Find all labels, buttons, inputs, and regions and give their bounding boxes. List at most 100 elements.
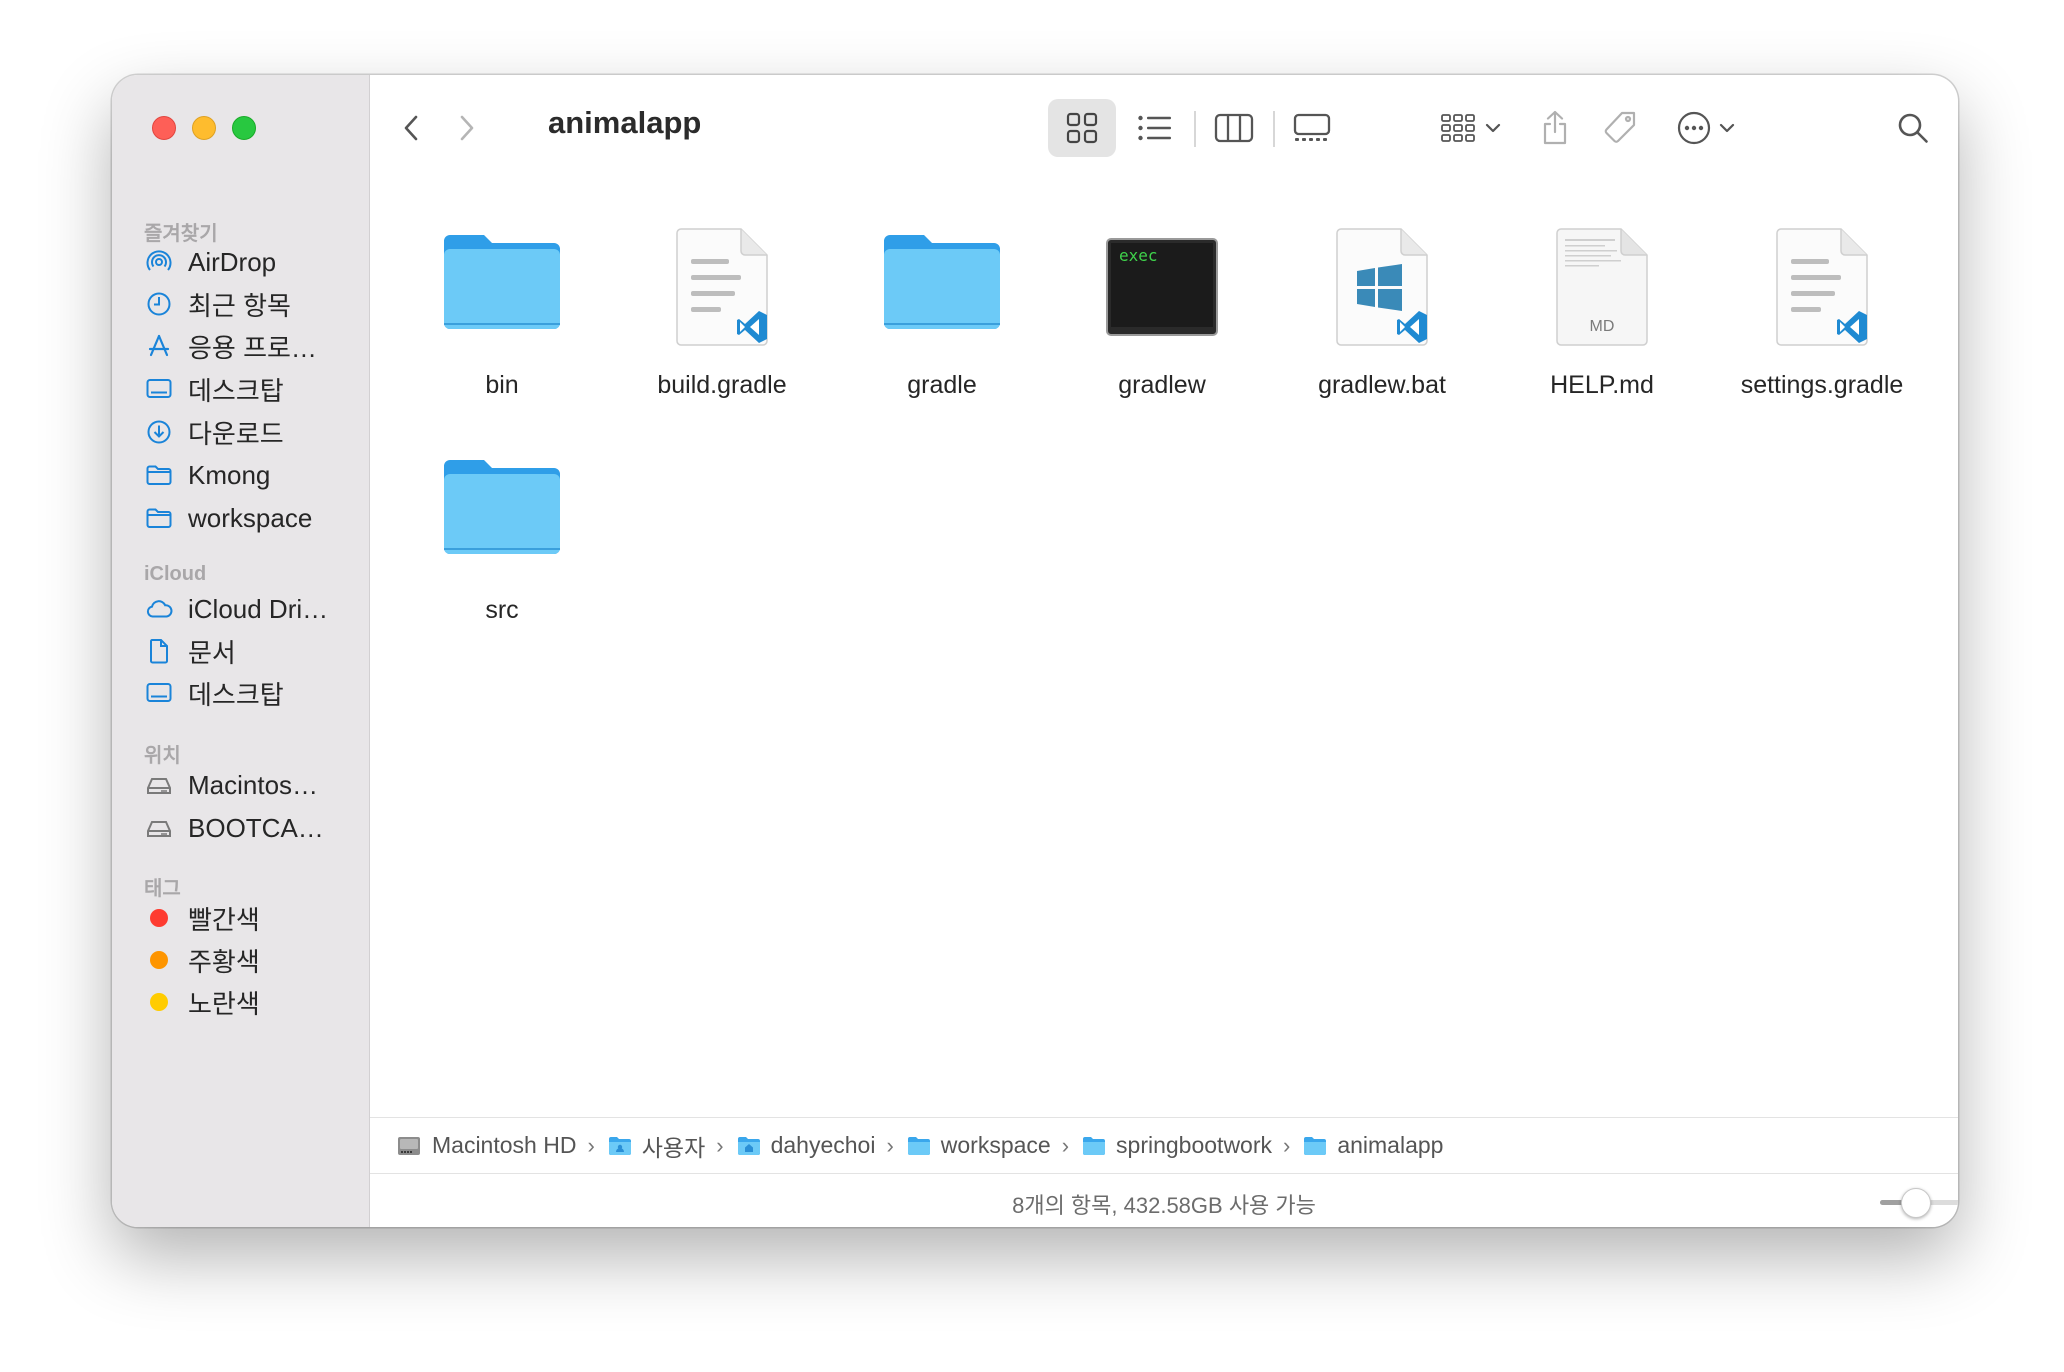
file-item-gradlew[interactable]: exec gradlew bbox=[1052, 225, 1272, 425]
close-button[interactable] bbox=[152, 116, 176, 140]
folder-icon bbox=[880, 225, 1004, 340]
tag-button[interactable] bbox=[1592, 99, 1648, 157]
sidebar-item-tag-yellow[interactable]: 노란색 bbox=[144, 982, 260, 1022]
sidebar-item-downloads[interactable]: 다운로드 bbox=[144, 412, 284, 452]
status-text: 8개의 항목, 432.58GB 사용 가능 bbox=[1012, 1193, 1316, 1218]
sidebar-section-tags: 태그 bbox=[144, 878, 181, 900]
path-separator-icon: › bbox=[1283, 1132, 1291, 1158]
ellipsis-circle-icon bbox=[1677, 111, 1711, 145]
share-button[interactable] bbox=[1530, 99, 1580, 157]
file-item-help-md[interactable]: MD HELP.md bbox=[1492, 225, 1712, 425]
path-item-home[interactable]: dahyechoi bbox=[737, 1132, 875, 1159]
file-name: gradlew bbox=[1118, 371, 1206, 399]
sidebar-item-kmong[interactable]: Kmong bbox=[144, 455, 270, 495]
tag-yellow-dot bbox=[150, 993, 168, 1011]
path-item-animalapp[interactable]: animalapp bbox=[1303, 1132, 1443, 1159]
sidebar-item-macintosh-hd[interactable]: Macintos… bbox=[144, 765, 318, 805]
column-view-button[interactable] bbox=[1204, 99, 1264, 157]
sidebar-item-label: 주황색 bbox=[188, 946, 260, 977]
icon-view-button[interactable] bbox=[1048, 99, 1116, 157]
sidebar-item-documents[interactable]: 문서 bbox=[144, 631, 236, 671]
path-item-label: workspace bbox=[940, 1132, 1051, 1158]
desktop-icon bbox=[144, 374, 174, 404]
file-item-gradle[interactable]: gradle bbox=[832, 225, 1052, 425]
path-item-springbootwork[interactable]: springbootwork bbox=[1082, 1132, 1272, 1159]
sidebar-item-icloud-drive[interactable]: iCloud Dri… bbox=[144, 589, 328, 629]
toolbar: animalapp bbox=[370, 75, 1958, 181]
vscode-document-icon bbox=[1767, 225, 1877, 354]
file-item-build-gradle[interactable]: build.gradle bbox=[612, 225, 832, 425]
chevron-left-icon bbox=[404, 115, 418, 141]
sidebar-section-locations: 위치 bbox=[144, 745, 181, 767]
group-by-button[interactable] bbox=[1430, 99, 1512, 157]
home-folder-icon bbox=[737, 1136, 760, 1155]
sidebar-item-label: Macintos… bbox=[188, 769, 319, 800]
file-name: bin bbox=[485, 371, 519, 399]
path-bar: Macintosh HD › 사용자 › dahyechoi › workspa… bbox=[370, 1117, 1958, 1173]
sidebar-item-recents[interactable]: 최근 항목 bbox=[144, 284, 291, 324]
path-item-macintosh-hd[interactable]: Macintosh HD bbox=[396, 1132, 576, 1159]
path-item-workspace[interactable]: workspace bbox=[907, 1132, 1051, 1159]
disk-icon bbox=[144, 770, 174, 800]
share-icon bbox=[1543, 110, 1567, 145]
vscode-document-icon bbox=[667, 225, 777, 354]
icon-size-slider[interactable] bbox=[1880, 1188, 1958, 1218]
search-button[interactable] bbox=[1885, 99, 1941, 157]
sidebar-item-desktop[interactable]: 데스크탑 bbox=[144, 369, 284, 409]
gallery-view-button[interactable] bbox=[1282, 99, 1342, 157]
search-icon bbox=[1898, 113, 1928, 143]
minimize-button[interactable] bbox=[192, 116, 216, 140]
disk-icon bbox=[144, 813, 174, 843]
list-icon bbox=[1138, 115, 1171, 141]
sidebar-item-workspace[interactable]: workspace bbox=[144, 498, 312, 538]
path-item-label: 사용자 bbox=[641, 1134, 706, 1161]
sidebar-item-label: 다운로드 bbox=[188, 418, 284, 449]
sidebar-item-label: Kmong bbox=[188, 459, 271, 490]
grid-icon bbox=[1066, 112, 1098, 144]
window-title: animalapp bbox=[548, 105, 702, 140]
path-item-label: Macintosh HD bbox=[432, 1132, 577, 1158]
file-item-gradlew-bat[interactable]: gradlew.bat bbox=[1272, 225, 1492, 425]
back-button[interactable] bbox=[392, 108, 432, 148]
sidebar-item-icloud-desktop[interactable]: 데스크탑 bbox=[144, 673, 284, 713]
sidebar-item-airdrop[interactable]: AirDrop bbox=[144, 242, 276, 282]
sidebar-item-bootcamp[interactable]: BOOTCA… bbox=[144, 808, 324, 848]
file-name: settings.gradle bbox=[1740, 371, 1904, 399]
slider-knob[interactable] bbox=[1901, 1188, 1931, 1218]
download-icon bbox=[144, 417, 174, 447]
file-item-settings-gradle[interactable]: settings.gradle bbox=[1712, 225, 1932, 425]
sidebar-item-tag-orange[interactable]: 주황색 bbox=[144, 940, 260, 980]
zoom-button[interactable] bbox=[232, 116, 256, 140]
sidebar: 즐겨찾기 AirDrop 최근 항목 응용 프로… 데스크탑 다운로드 Kmon… bbox=[112, 75, 370, 1227]
file-item-src[interactable]: src bbox=[392, 450, 612, 650]
desktop-icon bbox=[144, 678, 174, 708]
clock-icon bbox=[144, 289, 174, 319]
sidebar-item-label: 최근 항목 bbox=[188, 290, 291, 321]
forward-button[interactable] bbox=[446, 108, 486, 148]
sidebar-item-label: AirDrop bbox=[188, 246, 277, 277]
path-separator-icon: › bbox=[1061, 1132, 1070, 1158]
sidebar-item-label: BOOTCA… bbox=[188, 812, 324, 843]
sidebar-item-tag-red[interactable]: 빨간색 bbox=[144, 898, 260, 938]
document-icon bbox=[144, 636, 174, 666]
finder-window: 즐겨찾기 AirDrop 최근 항목 응용 프로… 데스크탑 다운로드 Kmon… bbox=[112, 75, 1958, 1227]
file-name: HELP.md bbox=[1550, 371, 1654, 399]
exec-label: exec bbox=[1119, 246, 1158, 265]
sidebar-item-applications[interactable]: 응용 프로… bbox=[144, 326, 317, 366]
chevron-down-icon bbox=[1485, 123, 1501, 133]
folder-icon bbox=[907, 1136, 930, 1155]
path-item-users[interactable]: 사용자 bbox=[608, 1129, 705, 1163]
sidebar-section-icloud: iCloud bbox=[144, 563, 207, 585]
windows-document-icon bbox=[1327, 225, 1437, 354]
folder-icon bbox=[144, 460, 174, 490]
sidebar-item-label: 빨간색 bbox=[188, 904, 260, 935]
columns-icon bbox=[1214, 113, 1254, 143]
path-separator-icon: › bbox=[886, 1132, 894, 1158]
file-item-bin[interactable]: bin bbox=[392, 225, 612, 425]
sidebar-item-label: 노란색 bbox=[188, 988, 260, 1019]
hard-drive-icon bbox=[398, 1136, 420, 1155]
list-view-button[interactable] bbox=[1125, 99, 1185, 157]
file-name: gradlew.bat bbox=[1318, 371, 1446, 399]
more-actions-button[interactable] bbox=[1665, 99, 1747, 157]
applications-icon bbox=[144, 331, 174, 361]
